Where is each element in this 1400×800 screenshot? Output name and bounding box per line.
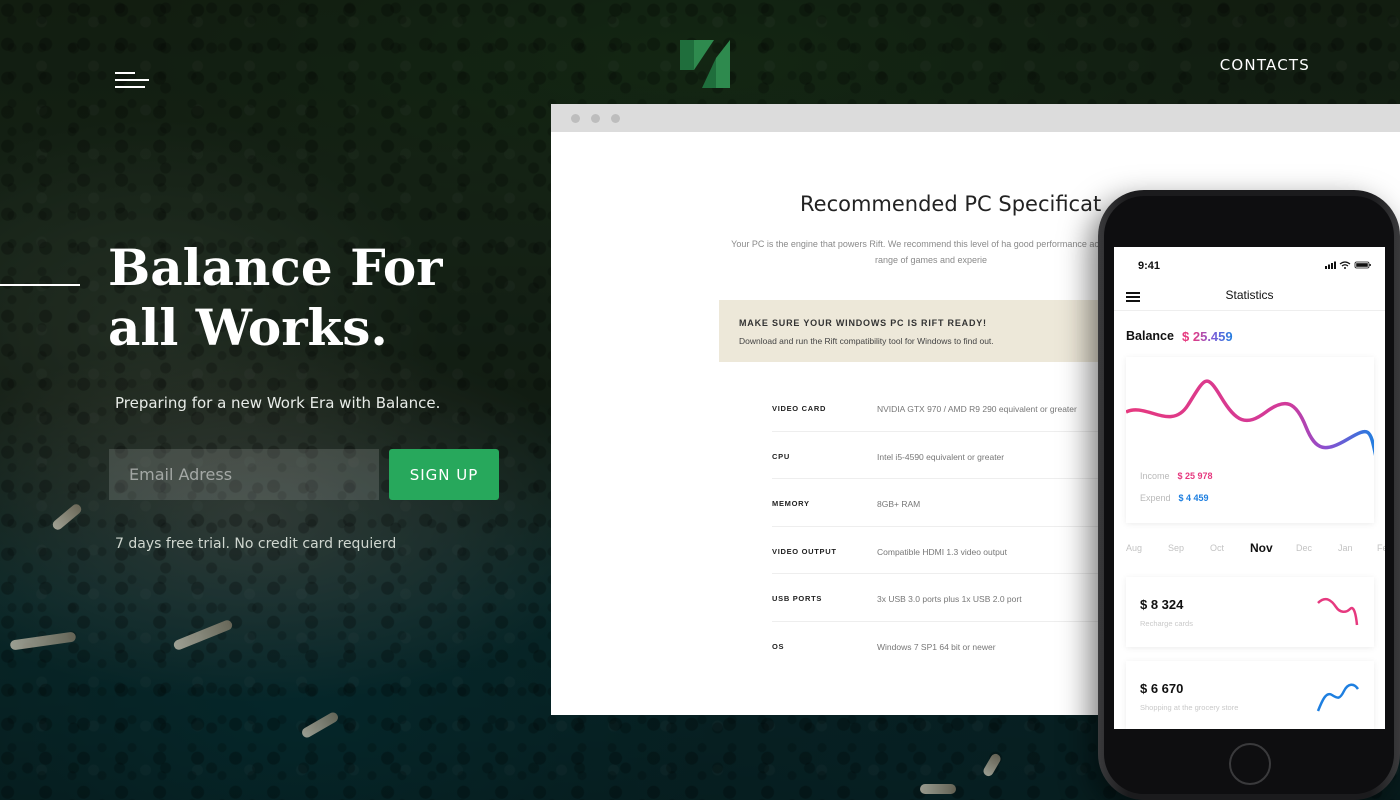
month-tab[interactable]: Dec <box>1296 543 1312 553</box>
trial-note: 7 days free trial. No credit card requie… <box>115 536 397 552</box>
month-tab[interactable]: Fe <box>1377 543 1385 553</box>
spec-value: NVIDIA GTX 970 / AMD R9 290 equivalent o… <box>877 404 1077 414</box>
transaction-card[interactable]: $ 6 670 Shopping at the grocery store <box>1126 661 1374 729</box>
email-input[interactable] <box>109 449 379 500</box>
spec-label: VIDEO OUTPUT <box>772 546 837 556</box>
hero-title: Balance For all Works. <box>108 238 443 357</box>
contacts-link[interactable]: CONTACTS <box>1220 56 1310 74</box>
spec-label: OS <box>772 641 785 651</box>
alert-title: MAKE SURE YOUR WINDOWS PC IS RIFT READY! <box>739 318 987 328</box>
phone-mockup: 9:41 Statistics Balance $ 25.459 Income … <box>1098 190 1400 800</box>
month-tab[interactable]: Aug <box>1126 543 1142 553</box>
spec-value: 8GB+ RAM <box>877 499 921 509</box>
table-row: VIDEO CARD NVIDIA GTX 970 / AMD R9 290 e… <box>772 384 1132 432</box>
spec-label: USB PORTS <box>772 594 823 603</box>
phone-app-header: Statistics <box>1114 283 1385 311</box>
hamburger-menu-icon[interactable] <box>115 72 149 88</box>
balance-value: $ 25.459 <box>1182 329 1233 344</box>
month-selector: Aug Sep Oct Nov Dec Jan Fe <box>1114 541 1385 559</box>
window-dot-icon <box>591 114 600 123</box>
spec-value: Intel i5-4590 equivalent or greater <box>877 451 1005 462</box>
signal-battery-icon <box>1325 261 1371 269</box>
table-row: VIDEO OUTPUT Compatible HDMI 1.3 video o… <box>772 527 1132 574</box>
sign-up-button[interactable]: SIGN UP <box>389 449 499 500</box>
alert-text: Download and run the Rift compatibility … <box>739 336 994 346</box>
month-tab[interactable]: Jan <box>1338 543 1353 553</box>
status-time: 9:41 <box>1138 260 1161 272</box>
hero-accent-line <box>0 284 80 286</box>
home-button[interactable] <box>1229 743 1271 785</box>
table-row: OS Windows 7 SP1 64 bit or newer <box>772 622 1132 670</box>
boat-decoration <box>920 784 956 794</box>
table-row: USB PORTS 3x USB 3.0 ports plus 1x USB 2… <box>772 574 1132 622</box>
month-tab[interactable]: Sep <box>1168 543 1184 553</box>
card-amount: $ 6 670 <box>1140 681 1184 696</box>
window-dot-icon <box>611 114 620 123</box>
phone-screen-title: Statistics <box>1225 288 1274 302</box>
spec-label: CPU <box>772 451 790 461</box>
spec-description: Your PC is the engine that powers Rift. … <box>731 239 1131 265</box>
spec-value: 3x USB 3.0 ports plus 1x USB 2.0 port <box>877 594 1022 604</box>
rift-ready-alert: MAKE SURE YOUR WINDOWS PC IS RIFT READY!… <box>719 300 1119 362</box>
balance-label: Balance <box>1126 329 1174 343</box>
income-legend: Income $ 25 978 <box>1140 471 1213 481</box>
card-amount: $ 8 324 <box>1140 597 1184 612</box>
brand-logo[interactable] <box>680 40 730 88</box>
spec-label: VIDEO CARD <box>772 404 827 413</box>
card-subtitle: Recharge cards <box>1140 619 1193 628</box>
spec-value: Windows 7 SP1 64 bit or newer <box>877 641 996 652</box>
spec-page-title: Recommended PC Specificat <box>800 192 1102 216</box>
table-row: MEMORY 8GB+ RAM <box>772 479 1132 527</box>
window-dot-icon <box>571 114 580 123</box>
card-subtitle: Shopping at the grocery store <box>1140 703 1239 712</box>
expend-legend: Expend $ 4 459 <box>1140 493 1209 503</box>
transaction-card[interactable]: $ 8 324 Recharge cards <box>1126 577 1374 647</box>
spec-value: Compatible HDMI 1.3 video output <box>877 546 1007 557</box>
balance-chart-card: Income $ 25 978 Expend $ 4 459 <box>1125 357 1378 523</box>
spec-label: MEMORY <box>772 499 810 508</box>
month-tab-active[interactable]: Nov <box>1250 541 1273 555</box>
phone-screen: 9:41 Statistics Balance $ 25.459 Income … <box>1114 247 1385 729</box>
pink-sparkline-icon <box>1317 597 1359 626</box>
spec-table: VIDEO CARD NVIDIA GTX 970 / AMD R9 290 e… <box>772 384 1132 669</box>
table-row: CPU Intel i5-4590 equivalent or greater <box>772 432 1132 479</box>
blue-sparkline-icon <box>1316 683 1360 712</box>
hero-subtitle: Preparing for a new Work Era with Balanc… <box>115 394 441 412</box>
month-tab[interactable]: Oct <box>1210 543 1224 553</box>
browser-toolbar <box>551 104 1400 132</box>
